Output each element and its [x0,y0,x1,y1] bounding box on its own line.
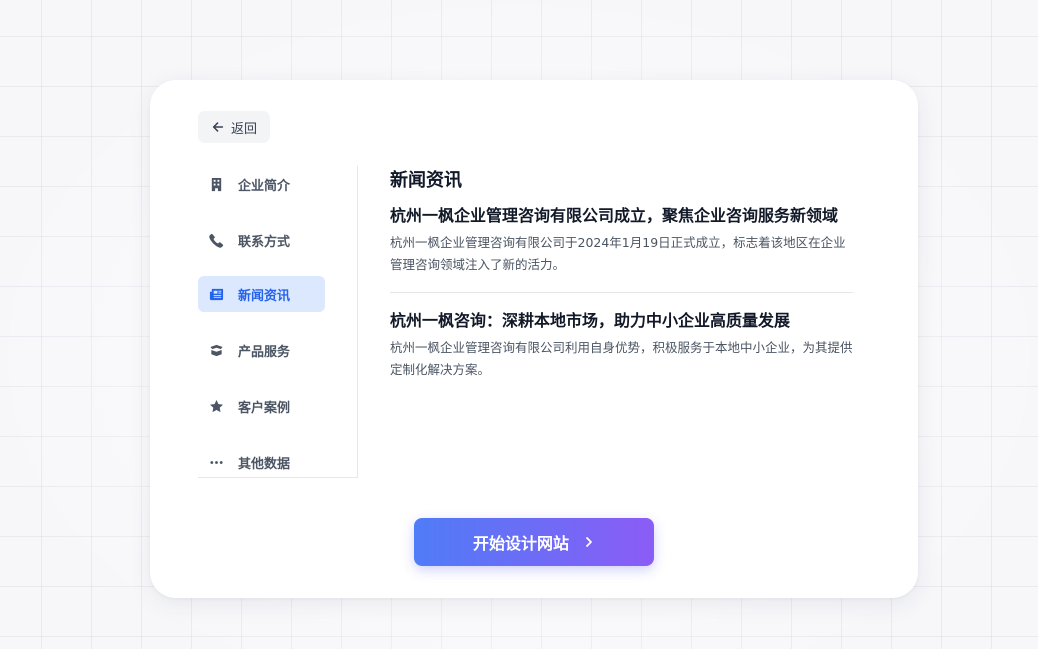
chevron-right-icon [586,537,592,547]
arrow-left-icon [212,122,224,132]
article-summary: 杭州一枫企业管理咨询有限公司于2024年1月19日正式成立，标志着该地区在企业管… [390,235,846,272]
sidebar-item-products[interactable]: 产品服务 [198,332,325,368]
back-button[interactable]: 返回 [198,111,270,143]
sidebar-item-label: 产品服务 [238,344,291,360]
sidebar-item-label: 企业简介 [238,178,291,194]
article-title[interactable]: 杭州一枫咨询：深耕本地市场，助力中小企业高质量发展 [390,309,853,333]
newspaper-icon [198,287,234,302]
sidebar-item-cases[interactable]: 客户案例 [198,388,325,424]
start-design-button-label: 开始设计网站 [472,534,569,553]
news-article: 杭州一枫企业管理咨询有限公司成立，聚焦企业咨询服务新领域 杭州一枫企业管理咨询有… [390,204,853,293]
ellipsis-icon [198,455,234,470]
sidebar-item-label: 新闻资讯 [238,288,291,304]
news-content: 新闻资讯 杭州一枫企业管理咨询有限公司成立，聚焦企业咨询服务新领域 杭州一枫企业… [390,168,855,381]
sidebar-nav: 企业简介 联系方式 新闻资讯 产品服务 客户案例 其他数据 [198,166,358,478]
sidebar-item-label: 其他数据 [238,456,291,472]
main-card: 返回 企业简介 联系方式 新闻资讯 产品服务 客户案例 其他数据 新闻资讯 杭州… [150,80,918,598]
building-icon [198,177,234,192]
sidebar-item-news[interactable]: 新闻资讯 [198,276,325,312]
phone-icon [198,233,234,248]
sidebar-item-company-intro[interactable]: 企业简介 [198,166,325,202]
back-button-label: 返回 [230,121,257,137]
page-title: 新闻资讯 [390,170,462,191]
box-icon [198,343,234,358]
article-title[interactable]: 杭州一枫企业管理咨询有限公司成立，聚焦企业咨询服务新领域 [390,204,853,228]
start-design-button[interactable]: 开始设计网站 [414,518,654,566]
news-article: 杭州一枫咨询：深耕本地市场，助力中小企业高质量发展 杭州一枫企业管理咨询有限公司… [390,309,853,381]
sidebar-item-contact[interactable]: 联系方式 [198,222,325,258]
article-summary: 杭州一枫企业管理咨询有限公司利用自身优势，积极服务于本地中小企业，为其提供定制化… [390,340,853,377]
star-icon [198,399,234,414]
sidebar-item-label: 客户案例 [238,400,291,416]
sidebar-item-label: 联系方式 [238,234,291,250]
sidebar-item-other-data[interactable]: 其他数据 [198,444,325,480]
